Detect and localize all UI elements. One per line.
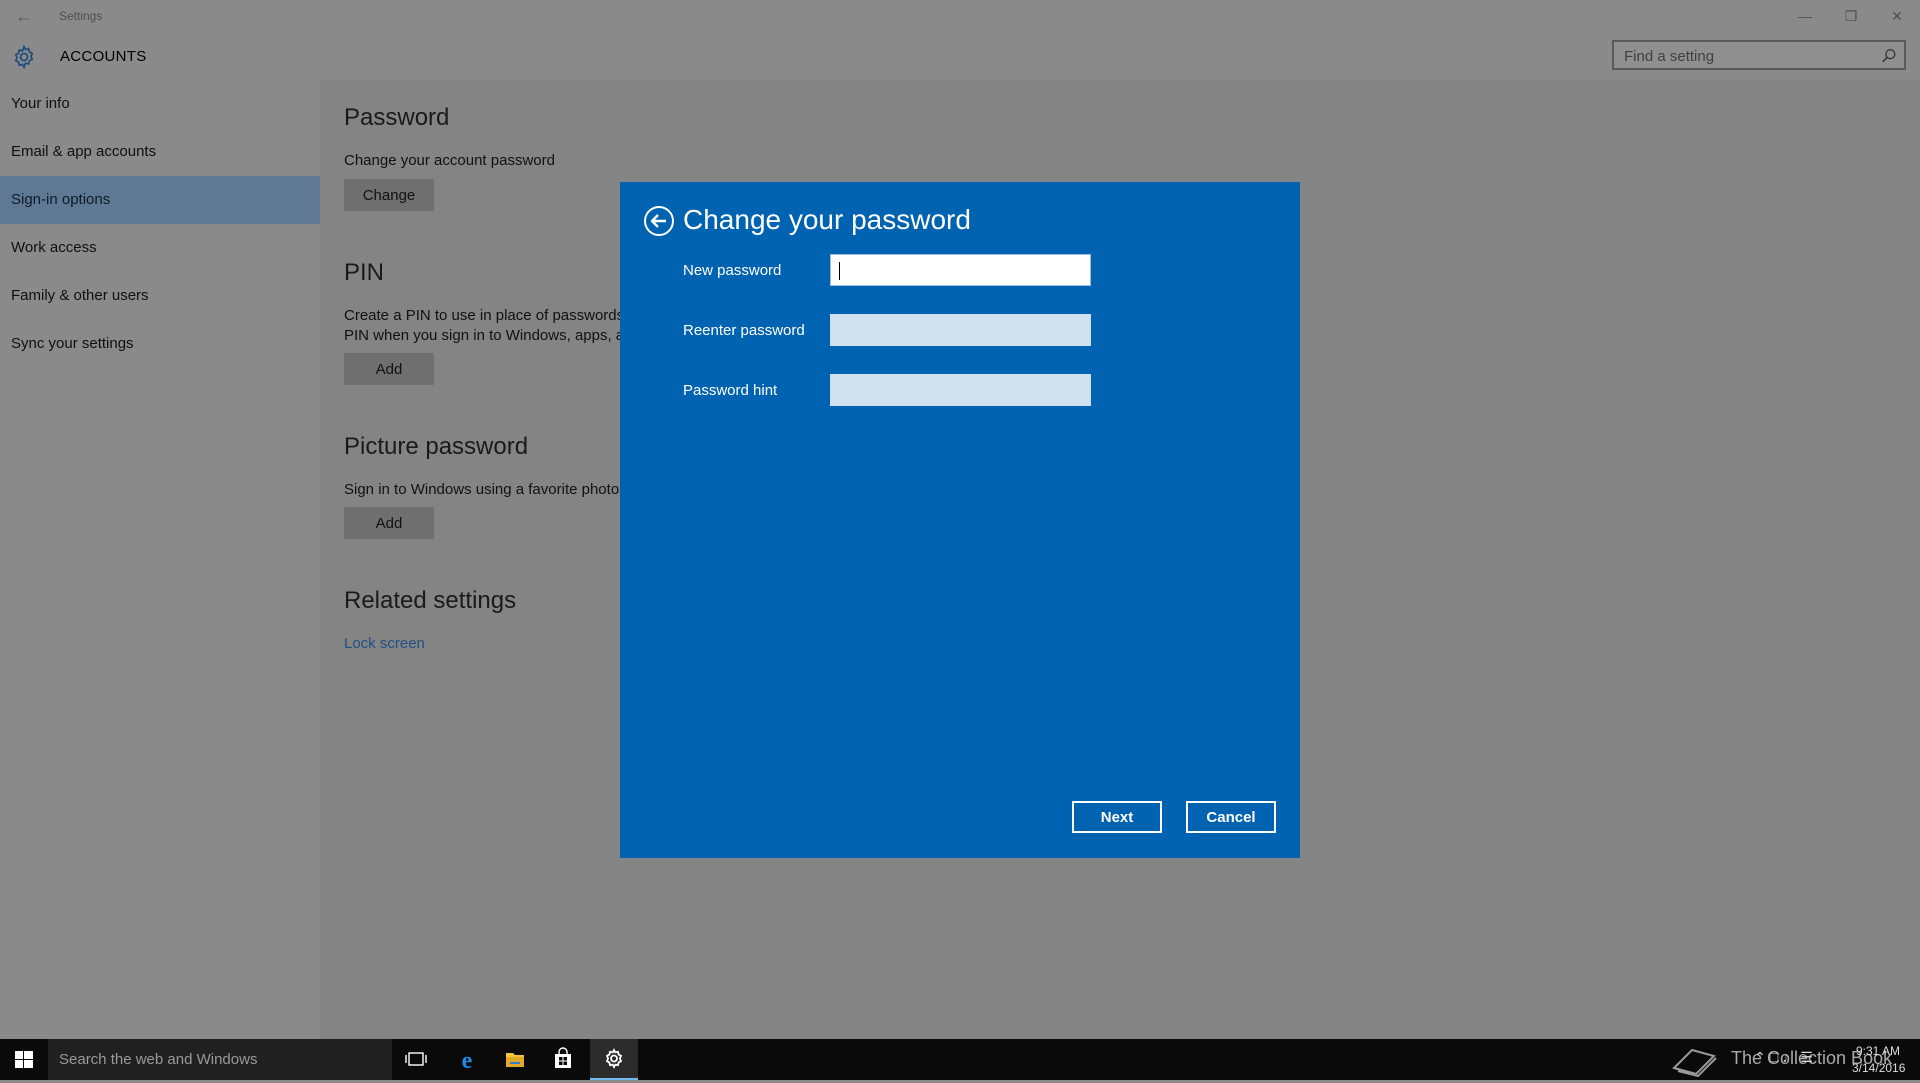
- sidebar: Your info Email & app accounts Sign-in o…: [0, 80, 320, 1039]
- taskbar-search-box[interactable]: Search the web and Windows: [48, 1039, 392, 1080]
- system-tray-icons[interactable]: ⌃□♩☰: [1754, 1049, 1817, 1066]
- lock-screen-link[interactable]: Lock screen: [344, 635, 425, 652]
- related-settings-heading: Related settings: [344, 587, 517, 614]
- gear-icon: [14, 44, 34, 70]
- chevron-up-icon[interactable]: ⌃: [1754, 1049, 1770, 1065]
- close-icon[interactable]: ✕: [1874, 0, 1920, 32]
- next-button[interactable]: Next: [1072, 801, 1162, 833]
- pin-description-line-1: Create a PIN to use in place of password…: [344, 307, 629, 324]
- pin-heading: PIN: [344, 259, 385, 286]
- volume-icon[interactable]: ♩: [1782, 1049, 1800, 1065]
- file-explorer-icon[interactable]: [491, 1039, 539, 1080]
- settings-taskbar-button[interactable]: [590, 1039, 638, 1080]
- sidebar-item-email-accounts[interactable]: Email & app accounts: [0, 128, 320, 176]
- add-picture-password-button[interactable]: Add: [344, 507, 434, 539]
- minimize-icon[interactable]: —: [1782, 0, 1828, 32]
- arrow-left-icon[interactable]: ←: [12, 4, 36, 28]
- book-watermark-icon: [1672, 1048, 1717, 1078]
- clock-time[interactable]: 9:31 AM: [1856, 1044, 1900, 1058]
- search-icon[interactable]: [1880, 47, 1898, 65]
- new-password-label: New password: [683, 262, 782, 279]
- picture-password-description: Sign in to Windows using a favorite phot…: [344, 481, 620, 498]
- password-heading: Password: [344, 104, 450, 131]
- password-hint-label: Password hint: [683, 382, 778, 399]
- window-title: Settings: [59, 9, 103, 23]
- clock-date[interactable]: 3/14/2016: [1852, 1061, 1905, 1075]
- password-description: Change your account password: [344, 152, 555, 169]
- taskbar-search-text: Search the web and Windows: [59, 1051, 258, 1068]
- settings-icon: [605, 1048, 623, 1069]
- circle-arrow-left-icon[interactable]: [643, 205, 675, 237]
- picture-password-heading: Picture password: [344, 433, 529, 460]
- search-input[interactable]: [1624, 46, 1874, 66]
- edge-icon[interactable]: e: [443, 1039, 491, 1080]
- section-title: ACCOUNTS: [60, 48, 147, 65]
- pin-description-line-2: PIN when you sign in to Windows, apps, a: [344, 327, 625, 344]
- settings-search-box[interactable]: [1612, 40, 1906, 70]
- windows-start-icon[interactable]: [0, 1039, 48, 1080]
- sidebar-item-work-access[interactable]: Work access: [0, 224, 320, 272]
- reenter-password-label: Reenter password: [683, 322, 805, 339]
- svg-text:e: e: [462, 1048, 473, 1074]
- reenter-password-field[interactable]: [830, 314, 1091, 346]
- network-icon[interactable]: □: [1770, 1049, 1782, 1065]
- new-password-field[interactable]: [830, 254, 1091, 286]
- store-icon[interactable]: [539, 1039, 587, 1080]
- sidebar-item-family-users[interactable]: Family & other users: [0, 272, 320, 320]
- change-password-button[interactable]: Change: [344, 179, 434, 211]
- action-center-icon[interactable]: ☰: [1800, 1049, 1817, 1065]
- dialog-title: Change your password: [683, 204, 971, 235]
- password-hint-field[interactable]: [830, 374, 1091, 406]
- restore-icon[interactable]: ❐: [1828, 0, 1874, 32]
- change-password-dialog: Change your password New password Reente…: [620, 182, 1300, 858]
- sidebar-item-sync-settings[interactable]: Sync your settings: [0, 320, 320, 368]
- sidebar-item-your-info[interactable]: Your info: [0, 80, 320, 128]
- task-view-icon[interactable]: [392, 1039, 440, 1080]
- taskbar: Search the web and Windows e The Collect…: [0, 1039, 1920, 1080]
- title-bar: ← Settings — ❐ ✕: [0, 0, 1920, 32]
- sidebar-item-sign-in-options[interactable]: Sign-in options: [0, 176, 320, 224]
- cancel-button[interactable]: Cancel: [1186, 801, 1276, 833]
- text-caret: [839, 262, 840, 280]
- add-pin-button[interactable]: Add: [344, 353, 434, 385]
